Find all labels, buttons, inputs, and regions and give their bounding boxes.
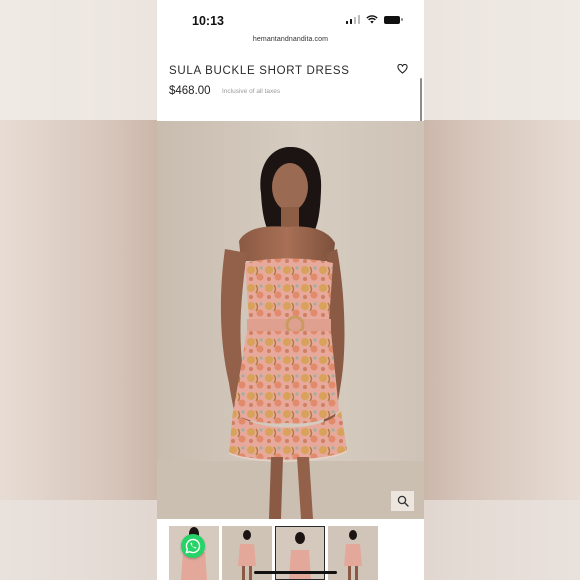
home-indicator bbox=[254, 571, 337, 574]
battery-icon bbox=[384, 15, 403, 24]
whatsapp-chat-button[interactable] bbox=[181, 534, 205, 558]
zoom-button[interactable] bbox=[390, 490, 415, 512]
signal-icon bbox=[345, 15, 360, 24]
magnifier-icon bbox=[397, 495, 409, 507]
status-bar: 10:13 bbox=[157, 0, 424, 36]
whatsapp-icon bbox=[185, 538, 201, 554]
wifi-icon bbox=[366, 15, 378, 24]
status-icons bbox=[345, 15, 403, 24]
product-price: $468.00 bbox=[169, 85, 211, 97]
product-title: SULA BUCKLE SHORT DRESS bbox=[169, 65, 350, 77]
url-bar[interactable]: hemantandnandita.com bbox=[157, 36, 424, 52]
model-photo bbox=[157, 121, 424, 519]
heart-outline-icon[interactable] bbox=[397, 64, 408, 74]
phone-screen: 10:13 hemantandnandita.com SULA BUCKLE S… bbox=[157, 0, 424, 580]
status-time: 10:13 bbox=[192, 14, 224, 28]
product-header: SULA BUCKLE SHORT DRESS $468.00 Inclusiv… bbox=[157, 52, 424, 120]
tax-note: Inclusive of all taxes bbox=[222, 88, 281, 95]
product-main-image[interactable] bbox=[157, 121, 424, 519]
